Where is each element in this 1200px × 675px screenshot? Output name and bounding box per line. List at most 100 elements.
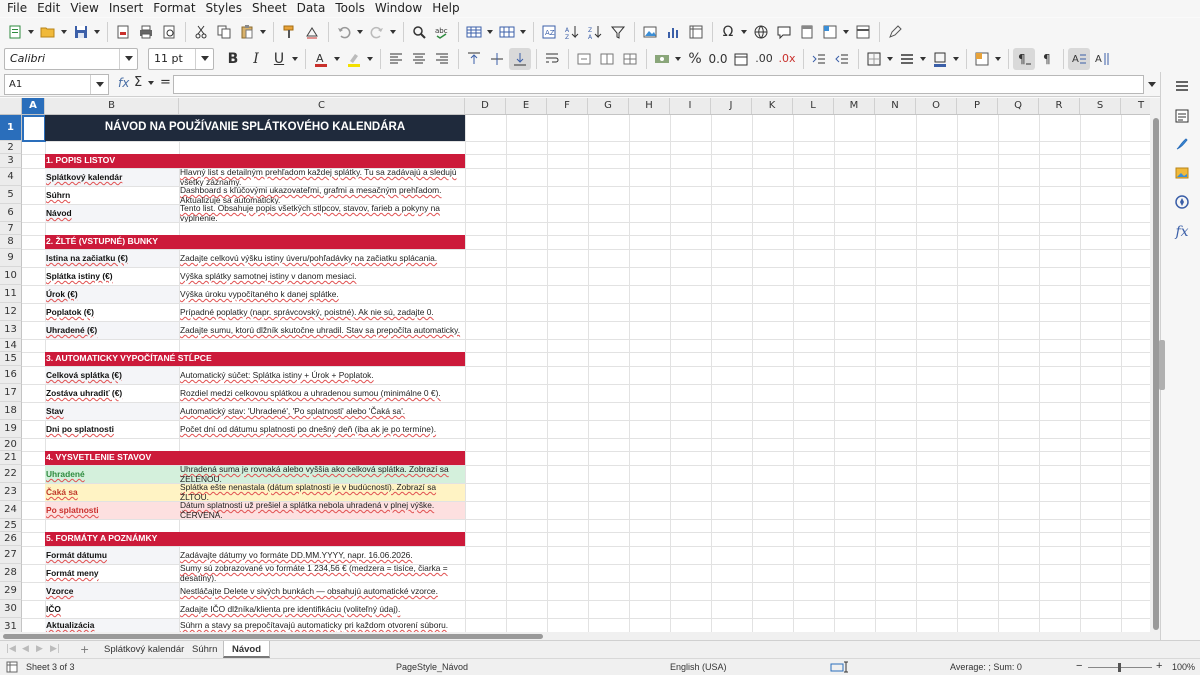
- column-header-o[interactable]: O: [916, 98, 957, 114]
- description-cell[interactable]: Výška úroku vypočítaného k danej splátke…: [179, 286, 465, 303]
- zoom-slider-handle[interactable]: [1118, 663, 1121, 672]
- description-cell[interactable]: Sumy sú zobrazované vo formáte 1 234,56 …: [179, 565, 465, 582]
- menu-help[interactable]: Help: [427, 0, 464, 17]
- label-cell[interactable]: Poplatok (€): [45, 304, 179, 321]
- navigator-icon[interactable]: [1172, 192, 1192, 212]
- description-cell[interactable]: Zadajte IČO dlžníka/klienta pre identifi…: [179, 601, 465, 618]
- column-header-i[interactable]: I: [670, 98, 711, 114]
- description-cell[interactable]: Hlavný list s detailným prehľadom každej…: [179, 169, 465, 186]
- row-header-5[interactable]: 5: [0, 186, 22, 204]
- new-dropdown[interactable]: [27, 21, 35, 43]
- language[interactable]: English (USA): [670, 662, 727, 672]
- label-cell[interactable]: Istina na začiatku (€): [45, 250, 179, 267]
- borders-dropdown[interactable]: [886, 48, 894, 70]
- column-header-b[interactable]: B: [45, 98, 179, 114]
- decrease-indent-icon[interactable]: [831, 48, 853, 70]
- undo-dropdown[interactable]: [356, 21, 364, 43]
- sort-descending-icon[interactable]: ZA: [584, 21, 606, 43]
- section-heading[interactable]: 3. AUTOMATICKY VYPOČÍTANÉ STĹPCE: [45, 352, 465, 366]
- section-heading[interactable]: 4. VYSVETLENIE STAVOV: [45, 451, 465, 465]
- cut-icon[interactable]: [190, 21, 212, 43]
- column-header-s[interactable]: S: [1080, 98, 1121, 114]
- font-name-box[interactable]: Calibri: [4, 47, 138, 70]
- font-color-icon[interactable]: A: [310, 48, 332, 70]
- active-cell-a1[interactable]: [22, 115, 46, 142]
- page-style[interactable]: PageStyle_Návod: [396, 662, 468, 672]
- label-cell[interactable]: Celková splátka (€): [45, 367, 179, 384]
- zoom-level[interactable]: 100%: [1172, 662, 1195, 672]
- highlight-dropdown[interactable]: [366, 48, 374, 70]
- clone-formatting-icon[interactable]: [278, 21, 300, 43]
- align-center-icon[interactable]: [408, 48, 430, 70]
- borders-icon[interactable]: [863, 48, 885, 70]
- right-to-left-icon[interactable]: ¶: [1036, 48, 1058, 70]
- align-middle-icon[interactable]: [486, 48, 508, 70]
- special-character-dropdown[interactable]: [740, 21, 748, 43]
- save-dropdown[interactable]: [93, 21, 101, 43]
- headers-footers-icon[interactable]: [796, 21, 818, 43]
- status-overdue-cell[interactable]: Po splatnosti: [45, 502, 179, 519]
- add-sheet-icon[interactable]: +: [80, 643, 89, 656]
- redo-icon[interactable]: [366, 21, 388, 43]
- row-header-11[interactable]: 11: [0, 285, 22, 303]
- spreadsheet-grid[interactable]: A B C D E F G H I J K L M N O P Q R S T: [0, 98, 1160, 632]
- find-replace-icon[interactable]: [408, 21, 430, 43]
- clear-formatting-icon[interactable]: [301, 21, 323, 43]
- section-heading[interactable]: 5. FORMÁTY A POZNÁMKY: [45, 532, 465, 546]
- wrap-text-icon[interactable]: [541, 48, 563, 70]
- menu-format[interactable]: Format: [148, 0, 200, 17]
- left-to-right-icon[interactable]: ¶: [1013, 47, 1035, 70]
- menu-window[interactable]: Window: [370, 0, 427, 17]
- autofilter-icon[interactable]: [607, 21, 629, 43]
- align-right-icon[interactable]: [431, 48, 453, 70]
- column-header-e[interactable]: E: [506, 98, 547, 114]
- row-header-27[interactable]: 27: [0, 546, 22, 564]
- row-icon[interactable]: [463, 21, 485, 43]
- column-header-n[interactable]: N: [875, 98, 916, 114]
- column-header-l[interactable]: L: [793, 98, 834, 114]
- row-header-9[interactable]: 9: [0, 249, 22, 267]
- description-cell[interactable]: Súhrn a stavy sa prepočítavajú automatic…: [179, 619, 465, 632]
- paste-dropdown[interactable]: [259, 21, 267, 43]
- open-folder-icon[interactable]: [37, 21, 59, 43]
- menu-insert[interactable]: Insert: [104, 0, 148, 17]
- row-header-23[interactable]: 23: [0, 483, 22, 501]
- column-header-c[interactable]: C: [179, 98, 465, 114]
- label-cell[interactable]: Formát dátumu: [45, 547, 179, 564]
- row-header-1[interactable]: 1: [0, 115, 22, 141]
- pivot-table-icon[interactable]: [685, 21, 707, 43]
- row-header-7[interactable]: 7: [0, 222, 22, 235]
- menu-data[interactable]: Data: [292, 0, 331, 17]
- label-cell[interactable]: Úrok (€): [45, 286, 179, 303]
- copy-icon[interactable]: [213, 21, 235, 43]
- sum-icon[interactable]: Σ: [134, 75, 142, 90]
- border-color-dropdown[interactable]: [952, 48, 960, 70]
- description-cell[interactable]: Splátka ešte nenastala (dátum splatnosti…: [179, 484, 465, 501]
- paste-icon[interactable]: [236, 21, 258, 43]
- description-cell[interactable]: Zadajte sumu, ktorú dlžník skutočne uhra…: [179, 322, 465, 339]
- first-sheet-icon[interactable]: |◀: [6, 644, 16, 654]
- align-top-icon[interactable]: [463, 48, 485, 70]
- percent-format-icon[interactable]: %: [684, 48, 706, 70]
- row-header-28[interactable]: 28: [0, 564, 22, 582]
- bold-icon[interactable]: B: [222, 48, 244, 70]
- draw-functions-icon[interactable]: [884, 21, 906, 43]
- delete-decimal-icon[interactable]: .0x: [776, 48, 798, 70]
- print-preview-icon[interactable]: [158, 21, 180, 43]
- column-header-j[interactable]: J: [711, 98, 752, 114]
- row-header-10[interactable]: 10: [0, 267, 22, 285]
- font-color-dropdown[interactable]: [333, 48, 341, 70]
- row-header-6[interactable]: 6: [0, 204, 22, 222]
- row-header-12[interactable]: 12: [0, 303, 22, 321]
- horizontal-scroll-thumb[interactable]: [3, 634, 543, 639]
- row-header-24[interactable]: 24: [0, 501, 22, 519]
- gallery-icon[interactable]: [1172, 163, 1192, 183]
- menu-file[interactable]: File: [2, 0, 32, 17]
- row-header-4[interactable]: 4: [0, 168, 22, 186]
- sort-icon[interactable]: AZ: [538, 21, 560, 43]
- description-cell[interactable]: Nestláčajte Delete v sivých bunkách — ob…: [179, 583, 465, 600]
- description-cell[interactable]: Automatický stav: 'Uhradené', 'Po splatn…: [179, 403, 465, 420]
- selection-summary[interactable]: Average: ; Sum: 0: [950, 662, 1022, 672]
- next-sheet-icon[interactable]: ▶: [36, 644, 43, 654]
- description-cell[interactable]: Dátum splatnosti už prešiel a splátka ne…: [179, 502, 465, 519]
